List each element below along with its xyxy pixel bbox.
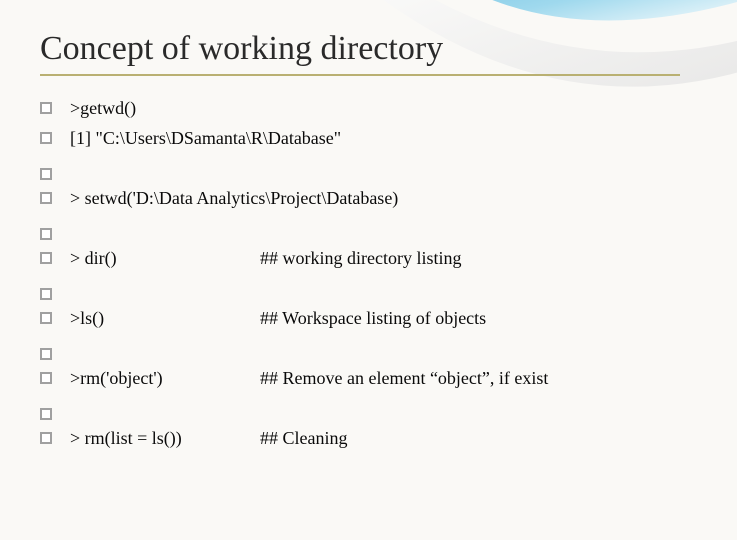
code-comment: ## Remove an element “object”, if exist bbox=[260, 368, 548, 389]
code-text: > setwd('D:\Data Analytics\Project\Datab… bbox=[70, 188, 398, 209]
code-line: >ls() ## Workspace listing of objects bbox=[40, 308, 697, 338]
code-line: > rm(list = ls()) ## Cleaning bbox=[40, 428, 697, 458]
code-command: >rm('object') bbox=[70, 368, 260, 389]
slide-title: Concept of working directory bbox=[40, 30, 680, 76]
code-line: >getwd() bbox=[40, 98, 697, 128]
slide-content: Concept of working directory >getwd() [1… bbox=[0, 0, 737, 478]
bullet-icon bbox=[40, 228, 60, 242]
bullet-icon bbox=[40, 168, 60, 182]
bullet-icon bbox=[40, 132, 60, 146]
bullet-icon bbox=[40, 192, 60, 206]
code-command: >ls() bbox=[70, 308, 260, 329]
bullet-icon bbox=[40, 432, 60, 446]
bullet-icon bbox=[40, 288, 60, 302]
blank-line bbox=[40, 398, 697, 428]
bullet-icon bbox=[40, 252, 60, 266]
code-comment: ## Cleaning bbox=[260, 428, 348, 449]
code-command: > dir() bbox=[70, 248, 260, 269]
code-comment: ## working directory listing bbox=[260, 248, 461, 269]
bullet-icon bbox=[40, 372, 60, 386]
bullet-icon bbox=[40, 312, 60, 326]
code-line: > dir() ## working directory listing bbox=[40, 248, 697, 278]
bullet-icon bbox=[40, 348, 60, 362]
code-comment: ## Workspace listing of objects bbox=[260, 308, 486, 329]
code-line: > setwd('D:\Data Analytics\Project\Datab… bbox=[40, 188, 697, 218]
blank-line bbox=[40, 158, 697, 188]
blank-line bbox=[40, 338, 697, 368]
code-text: >getwd() bbox=[70, 98, 136, 119]
bullet-icon bbox=[40, 102, 60, 116]
code-text: [1] "C:\Users\DSamanta\R\Database" bbox=[70, 128, 341, 149]
blank-line bbox=[40, 218, 697, 248]
blank-line bbox=[40, 278, 697, 308]
code-command: > rm(list = ls()) bbox=[70, 428, 260, 449]
bullet-icon bbox=[40, 408, 60, 422]
code-line: >rm('object') ## Remove an element “obje… bbox=[40, 368, 697, 398]
code-line: [1] "C:\Users\DSamanta\R\Database" bbox=[40, 128, 697, 158]
